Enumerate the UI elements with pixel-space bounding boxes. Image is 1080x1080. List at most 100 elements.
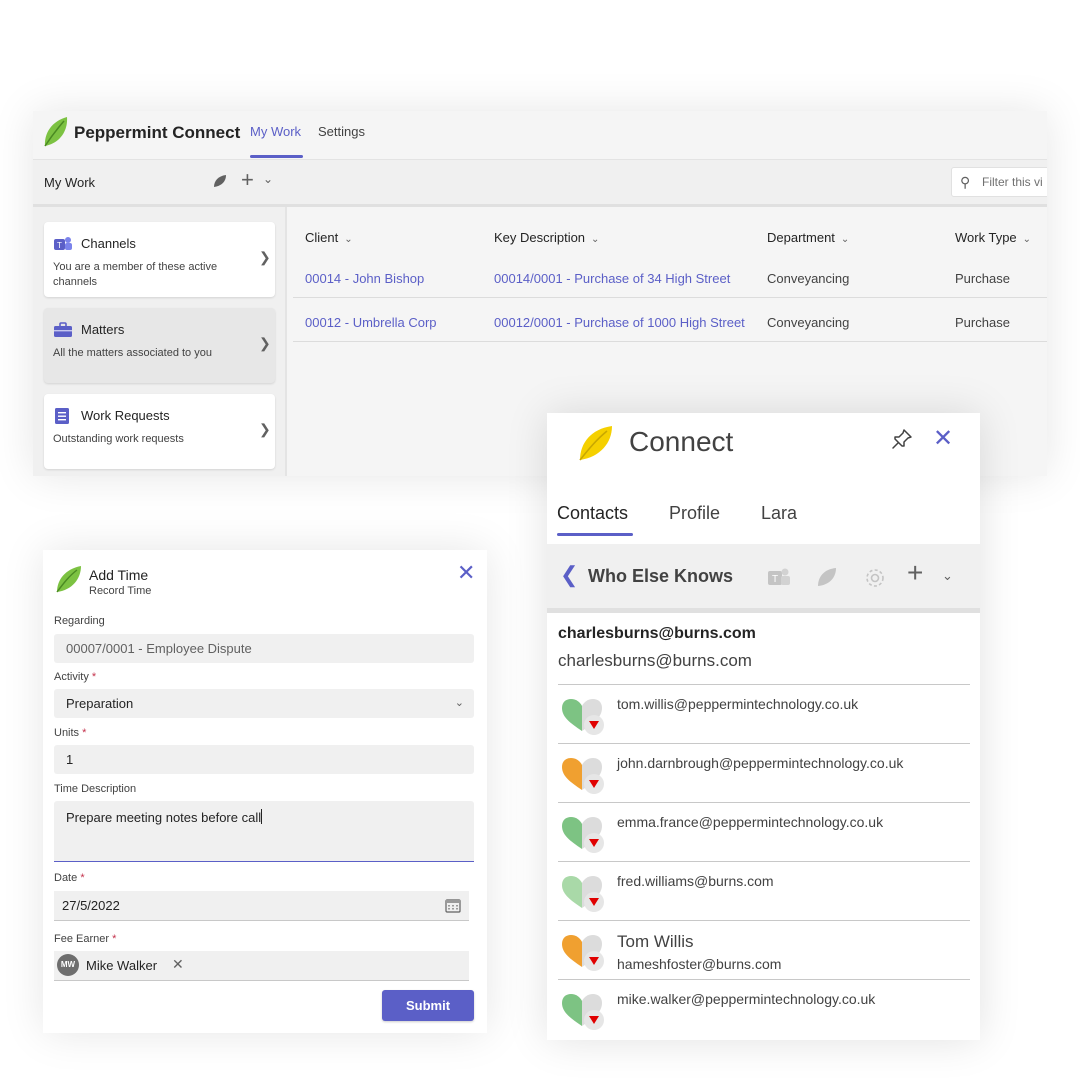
add-icon[interactable]: + xyxy=(907,558,923,588)
list-item[interactable]: Tom Willis hameshfoster@burns.com xyxy=(558,920,970,980)
activity-select[interactable]: Preparation ⌄ xyxy=(54,689,474,718)
sidebar-item-description: All the matters associated to you xyxy=(53,347,212,359)
activity-label: Activity * xyxy=(54,671,97,683)
table-cell-client[interactable]: 00014 - John Bishop xyxy=(305,271,424,286)
toolbar-title: My Work xyxy=(44,175,96,190)
pin-icon[interactable] xyxy=(890,427,914,456)
regarding-label: Regarding xyxy=(54,615,105,627)
contact-email-heading: charlesburns@burns.com xyxy=(558,625,756,642)
list-item[interactable]: mike.walker@peppermintechnology.co.uk xyxy=(558,979,970,1039)
table-cell-key-description[interactable]: 00014/0001 - Purchase of 34 High Street xyxy=(494,271,730,286)
tab-settings[interactable]: Settings xyxy=(318,124,365,139)
table-cell-client[interactable]: 00012 - Umbrella Corp xyxy=(305,315,437,330)
table-cell-key-description[interactable]: 00012/0001 - Purchase of 1000 High Stree… xyxy=(494,315,745,330)
sidebar-item-description: You are a member of these active channel… xyxy=(53,261,218,288)
fee-earner-label: Fee Earner * xyxy=(54,933,117,945)
toolbar-title: Who Else Knows xyxy=(588,566,734,586)
time-description-input[interactable]: Prepare meeting notes before call xyxy=(54,801,474,862)
regarding-field: 00007/0001 - Employee Dispute xyxy=(54,634,474,663)
calendar-icon[interactable] xyxy=(445,898,461,918)
leaf-logo-icon xyxy=(577,423,615,468)
gear-icon[interactable] xyxy=(863,566,887,595)
submit-button[interactable]: Submit xyxy=(382,990,474,1021)
svg-text:T: T xyxy=(57,241,62,250)
pane-title: Connect xyxy=(629,426,734,457)
date-picker[interactable]: 27/5/2022 xyxy=(54,891,469,921)
sidebar-item-channels[interactable]: T Channels You are a member of these act… xyxy=(44,222,275,297)
tab-lara[interactable]: Lara xyxy=(761,503,797,524)
dialog-title: Add Time xyxy=(89,567,149,583)
chevron-down-icon[interactable]: ⌄ xyxy=(942,568,953,584)
units-value: 1 xyxy=(66,752,74,767)
date-label: Date * xyxy=(54,872,85,884)
remove-icon[interactable]: ✕ xyxy=(172,956,184,973)
close-icon[interactable]: ✕ xyxy=(933,426,953,452)
column-header-key-description[interactable]: Key Description ⌄ xyxy=(494,230,599,245)
table-cell-work-type: Purchase xyxy=(955,315,1010,330)
relationship-heart-icon xyxy=(560,815,608,860)
units-label: Units * xyxy=(54,727,87,739)
text-caret xyxy=(261,809,263,824)
table-cell-department: Conveyancing xyxy=(767,315,850,330)
tab-my-work[interactable]: My Work xyxy=(250,124,301,139)
sidebar-item-work-requests[interactable]: Work Requests Outstanding work requests … xyxy=(44,394,275,469)
row-divider xyxy=(293,341,1047,342)
back-icon[interactable]: ❮ xyxy=(560,562,578,588)
work-toolbar: My Work + ⌄ ⚲ Filter this vi xyxy=(33,160,1047,207)
sidebar-item-matters[interactable]: Matters All the matters associated to yo… xyxy=(44,308,275,383)
sidebar-item-description: Outstanding work requests xyxy=(53,433,184,445)
activity-value: Preparation xyxy=(66,696,134,711)
leaf-icon[interactable] xyxy=(213,174,227,193)
sidebar-item-title: Matters xyxy=(81,322,125,337)
fee-earner-picker[interactable]: MW Mike Walker ✕ xyxy=(54,951,469,981)
sidebar-item-title: Channels xyxy=(81,236,136,251)
leaf-logo-icon xyxy=(55,564,83,599)
chevron-down-icon: ⌄ xyxy=(344,234,353,245)
sidebar: T Channels You are a member of these act… xyxy=(33,207,287,476)
contact-email: charlesburns@burns.com xyxy=(558,651,752,670)
add-icon[interactable]: + xyxy=(241,166,254,194)
tab-profile[interactable]: Profile xyxy=(669,503,720,524)
active-tab-indicator xyxy=(557,533,633,536)
units-input[interactable]: 1 xyxy=(54,745,474,774)
list-item[interactable]: fred.williams@burns.com xyxy=(558,861,970,921)
close-icon[interactable]: ✕ xyxy=(457,562,475,584)
list-item[interactable]: tom.willis@peppermintechnology.co.uk xyxy=(558,684,970,744)
date-value: 27/5/2022 xyxy=(62,898,120,913)
tab-contacts[interactable]: Contacts xyxy=(557,503,628,524)
briefcase-icon xyxy=(53,321,73,344)
person-name: Tom Willis xyxy=(617,932,694,951)
regarding-value: 00007/0001 - Employee Dispute xyxy=(66,641,252,656)
person-email: john.darnbrough@peppermintechnology.co.u… xyxy=(617,755,904,771)
table-cell-department: Conveyancing xyxy=(767,271,850,286)
time-description-value: Prepare meeting notes before call xyxy=(66,810,262,825)
table-cell-work-type: Purchase xyxy=(955,271,1010,286)
chevron-right-icon: ❯ xyxy=(259,249,271,265)
list-item[interactable]: emma.france@peppermintechnology.co.uk xyxy=(558,802,970,862)
app-titlebar: Peppermint Connect My Work Settings xyxy=(33,111,1047,160)
teams-icon[interactable]: T xyxy=(767,566,791,593)
relationship-heart-icon xyxy=(560,697,608,742)
add-time-dialog: Add Time Record Time ✕ Regarding 00007/0… xyxy=(43,550,487,1033)
person-email: tom.willis@peppermintechnology.co.uk xyxy=(617,696,859,712)
relationship-heart-icon xyxy=(560,933,608,978)
chevron-down-icon: ⌄ xyxy=(1022,234,1032,245)
chevron-right-icon: ❯ xyxy=(259,335,271,351)
active-tab-indicator xyxy=(250,155,303,158)
person-email: emma.france@peppermintechnology.co.uk xyxy=(617,814,884,830)
leaf-logo-icon xyxy=(42,115,70,154)
chevron-down-icon[interactable]: ⌄ xyxy=(263,172,273,186)
dialog-subtitle: Record Time xyxy=(89,585,152,597)
time-description-label: Time Description xyxy=(54,783,137,795)
column-header-client[interactable]: Client ⌄ xyxy=(305,230,353,245)
person-email: hameshfoster@burns.com xyxy=(617,956,782,972)
connect-pane: Connect ✕ Contacts Profile Lara ❮ Who El… xyxy=(547,413,980,1040)
leaf-icon[interactable] xyxy=(816,566,838,593)
filter-input[interactable]: ⚲ Filter this vi xyxy=(951,167,1047,197)
column-header-work-type[interactable]: Work Type ⌄ xyxy=(955,230,1031,245)
column-header-department[interactable]: Department ⌄ xyxy=(767,230,849,245)
chevron-right-icon: ❯ xyxy=(259,421,271,437)
relationship-heart-icon xyxy=(560,992,608,1037)
row-divider xyxy=(293,297,1047,298)
list-item[interactable]: john.darnbrough@peppermintechnology.co.u… xyxy=(558,743,970,803)
